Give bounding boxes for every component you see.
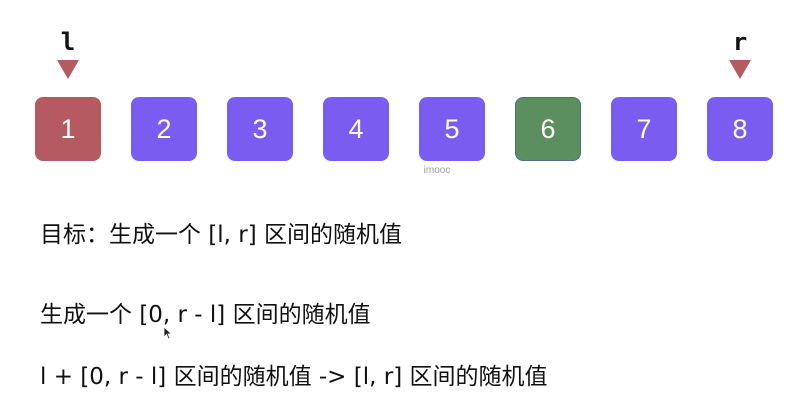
- right-pointer-arrow-icon: [729, 60, 751, 79]
- array-cell: 7: [611, 97, 677, 161]
- step-two-text: l + [0, r - l] 区间的随机值 -> [l, r] 区间的随机值: [40, 364, 548, 390]
- array-cell: 6: [515, 97, 581, 161]
- cell-value: 2: [156, 113, 172, 144]
- array-cell: 2: [131, 97, 197, 161]
- cell-value: 3: [252, 113, 268, 144]
- cell-value: 7: [636, 113, 652, 144]
- cell-value: 4: [348, 113, 364, 144]
- watermark: imooc: [423, 165, 451, 176]
- array-cell: 4: [323, 97, 389, 161]
- right-pointer-label: r: [732, 28, 748, 56]
- step-one-text: 生成一个 [0, r - l] 区间的随机值: [40, 302, 371, 328]
- cell-value: 6: [540, 113, 556, 144]
- array-cell: 1: [35, 97, 101, 161]
- goal-text: 目标：生成一个 [l, r] 区间的随机值: [40, 222, 403, 248]
- array-cells: 1 2 3 4 5 6 7 8: [0, 97, 806, 161]
- array-cell: 5: [419, 97, 485, 161]
- array-cell: 8: [707, 97, 773, 161]
- mouse-cursor-icon: [163, 326, 173, 340]
- cell-value: 1: [60, 113, 76, 144]
- left-pointer-arrow-icon: [57, 60, 79, 79]
- array-cell: 3: [227, 97, 293, 161]
- cell-value: 8: [732, 113, 748, 144]
- right-pointer: r: [720, 30, 760, 79]
- left-pointer: l: [48, 30, 88, 79]
- cell-value: 5: [444, 113, 460, 144]
- left-pointer-label: l: [60, 28, 76, 56]
